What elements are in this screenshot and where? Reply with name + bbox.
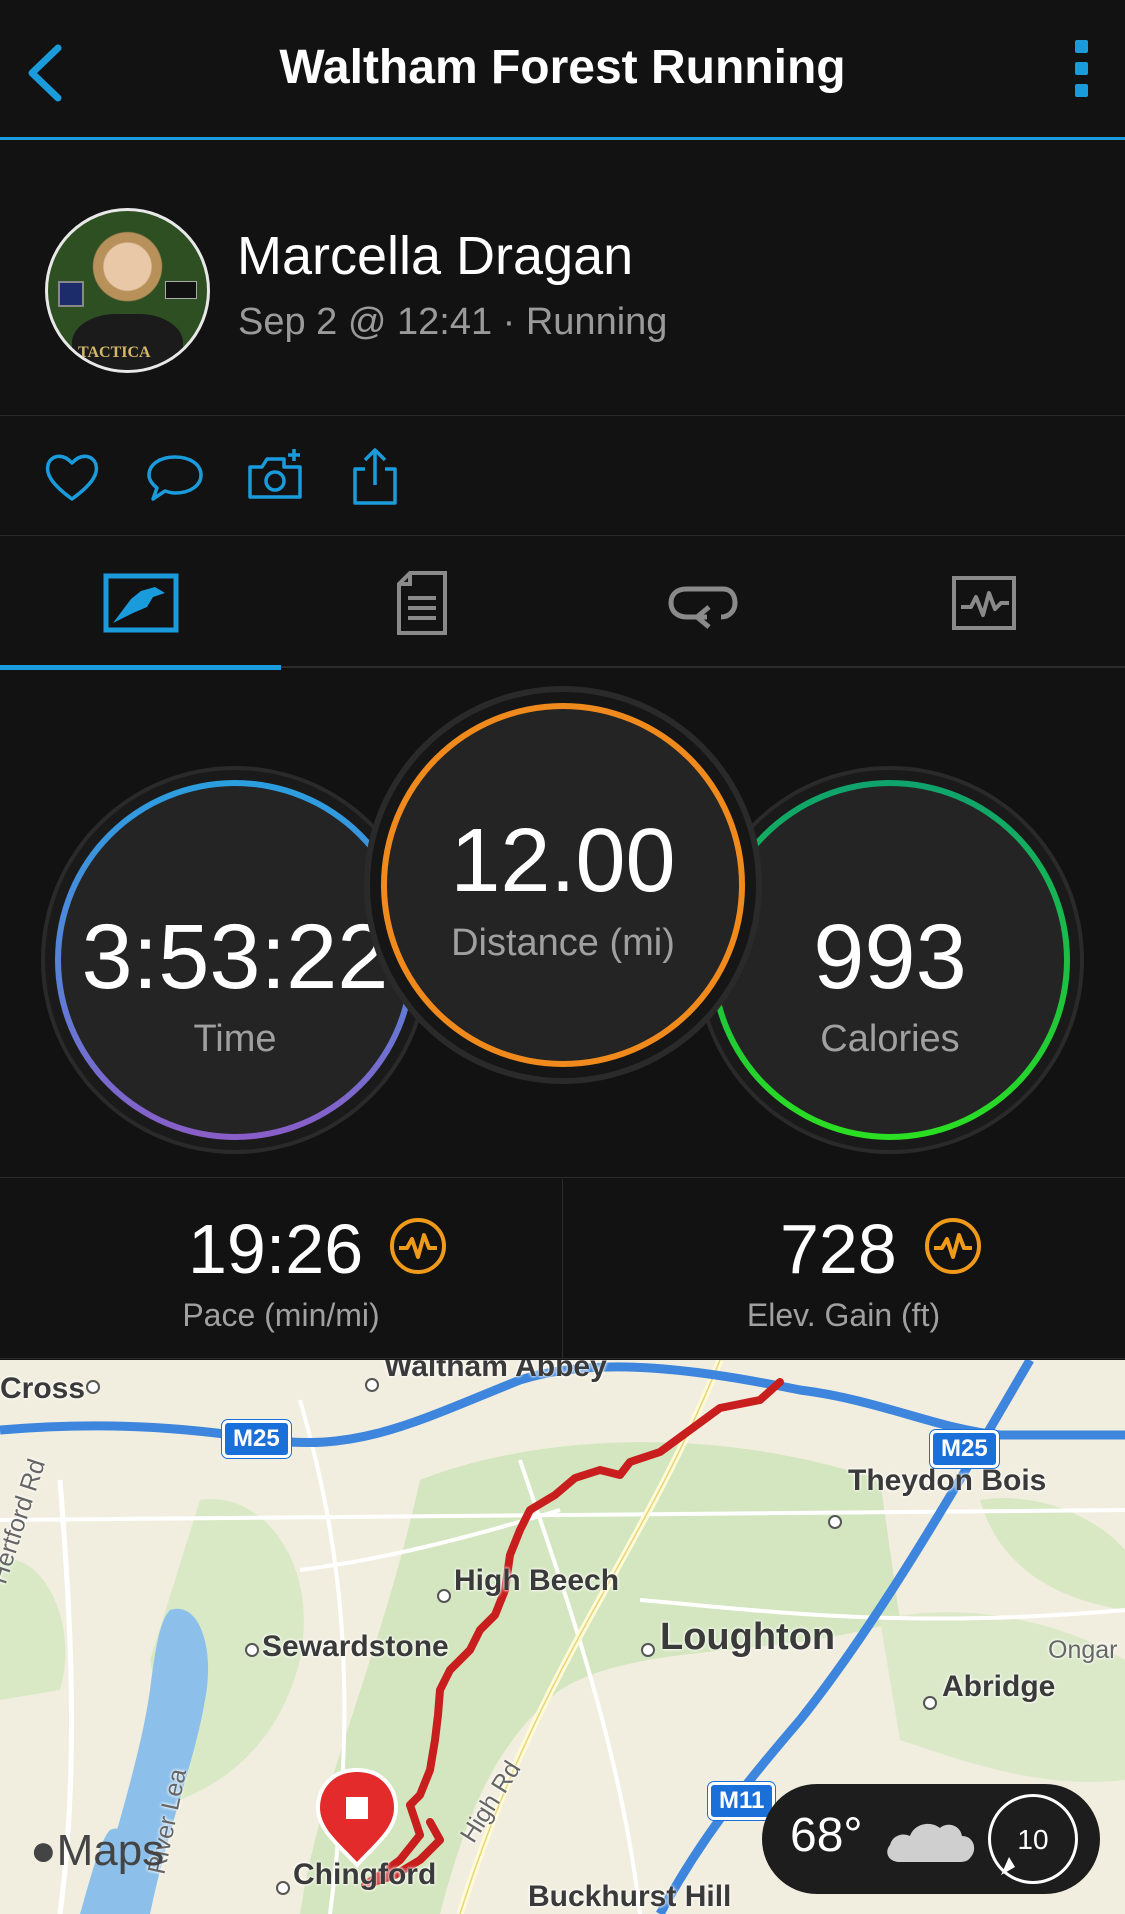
time-ring[interactable]: 3:53:22 Time xyxy=(45,770,425,1150)
page-title: Waltham Forest Running xyxy=(279,41,846,94)
summary-stats: 3:53:22 Time 993 Calories 12.00 Distance… xyxy=(0,670,1125,1178)
map-label-waltham-abbey: Waltham Abbey xyxy=(384,1360,607,1383)
secondary-metrics: 19:26 Pace (min/mi) 728 Elev. Gain (ft) xyxy=(0,1179,1125,1359)
distance-label: Distance (mi) xyxy=(451,922,675,964)
elevation-value: 728 xyxy=(780,1210,897,1288)
tab-stats[interactable] xyxy=(0,537,281,670)
map-label-chingford: Chingford xyxy=(293,1858,437,1891)
cloud-icon xyxy=(887,1823,975,1862)
pace-value: 19:26 xyxy=(188,1210,364,1288)
action-bar xyxy=(0,417,1125,536)
time-label: Time xyxy=(193,1018,277,1060)
pace-chart-icon[interactable] xyxy=(389,1217,447,1275)
apple-icon: ● xyxy=(30,1826,57,1875)
road-shield-m25-left: M25 xyxy=(222,1420,291,1458)
calories-label: Calories xyxy=(820,1018,960,1060)
activity-date-type: Sep 2 @ 12:41 · Running xyxy=(238,301,668,343)
wind-gauge: 10 xyxy=(988,1794,1078,1884)
distance-value: 12.00 xyxy=(450,811,676,911)
map-label-cross: Cross xyxy=(0,1372,86,1405)
avatar[interactable]: TACTICA xyxy=(45,208,210,373)
distance-ring[interactable]: 12.00 Distance (mi) xyxy=(370,692,756,1078)
comment-icon[interactable] xyxy=(143,445,207,509)
map-label-abridge: Abridge xyxy=(942,1670,1056,1703)
tab-details[interactable] xyxy=(281,537,562,668)
map-label-theydon-bois: Theydon Bois xyxy=(848,1464,1047,1497)
like-icon[interactable] xyxy=(40,445,104,509)
map-label-buckhurst-hill: Buckhurst Hill xyxy=(528,1880,732,1913)
details-icon xyxy=(396,570,447,635)
calories-ring[interactable]: 993 Calories xyxy=(700,770,1080,1150)
stats-icon xyxy=(103,573,178,632)
profile-name[interactable]: Marcella Dragan xyxy=(237,225,633,287)
map-label-loughton: Loughton xyxy=(660,1616,836,1658)
charts-icon xyxy=(951,575,1016,630)
elevation-label: Elev. Gain (ft) xyxy=(746,1297,941,1333)
laps-icon xyxy=(667,586,738,629)
avatar-shirt-text: TACTICA xyxy=(78,344,151,361)
route-map[interactable]: Waltham Abbey Cross Theydon Bois High Be… xyxy=(0,1360,1125,1914)
app-header: Waltham Forest Running xyxy=(0,0,1125,140)
temperature-value: 68° xyxy=(790,1809,863,1862)
activity-tabs xyxy=(0,537,1125,670)
apple-maps-logo: ●Maps xyxy=(30,1826,165,1875)
elevation-metric[interactable]: 728 Elev. Gain (ft) xyxy=(562,1179,1124,1359)
more-options-icon[interactable] xyxy=(1071,40,1091,106)
wind-value: 10 xyxy=(1017,1824,1049,1855)
activity-owner: TACTICA Marcella Dragan Sep 2 @ 12:41 · … xyxy=(0,143,1125,416)
map-label-ongar: Ongar xyxy=(1048,1636,1118,1664)
pace-label: Pace (min/mi) xyxy=(182,1297,380,1333)
map-label-high-beech: High Beech xyxy=(454,1564,620,1597)
weather-badge[interactable]: 68° 10 xyxy=(762,1784,1100,1894)
elevation-chart-icon[interactable] xyxy=(924,1217,982,1275)
map-label-sewardstone: Sewardstone xyxy=(262,1630,449,1663)
road-shield-m11: M11 xyxy=(708,1782,776,1820)
back-arrow-icon[interactable] xyxy=(22,40,72,106)
road-shield-m25-right: M25 xyxy=(930,1430,999,1468)
tab-charts[interactable] xyxy=(843,537,1124,668)
share-icon[interactable] xyxy=(343,445,407,509)
pace-metric[interactable]: 19:26 Pace (min/mi) xyxy=(0,1179,562,1359)
calories-value: 993 xyxy=(813,906,967,1008)
time-value: 3:53:22 xyxy=(81,906,389,1008)
tab-laps[interactable] xyxy=(562,537,843,668)
add-photo-icon[interactable] xyxy=(244,445,308,509)
